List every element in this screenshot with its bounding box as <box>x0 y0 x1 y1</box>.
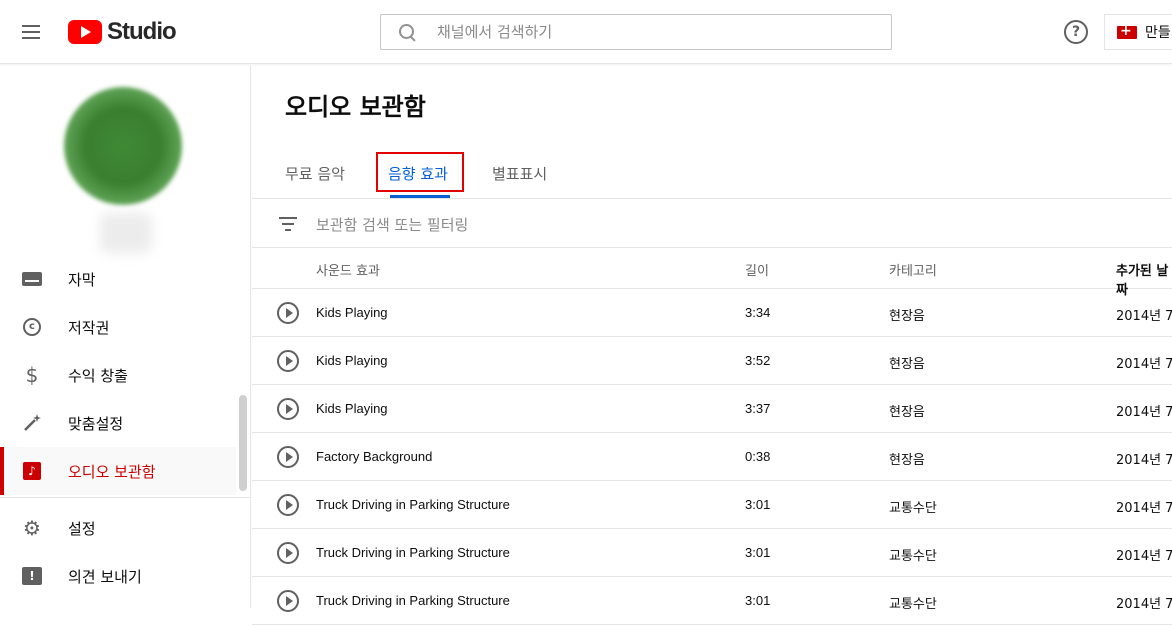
sidebar-item-audio-library[interactable]: ♪ 오디오 보관함 <box>0 447 236 495</box>
subtitles-icon <box>22 269 42 289</box>
play-circle-icon[interactable] <box>277 590 299 612</box>
track-duration: 3:37 <box>745 401 771 416</box>
sidebar-item-label: 의견 보내기 <box>68 567 142 586</box>
table-row[interactable]: Truck Driving in Parking Structure 3:01 … <box>252 529 1172 577</box>
column-header-category[interactable]: 카테고리 <box>889 260 937 279</box>
help-icon[interactable]: ? <box>1064 20 1088 44</box>
play-circle-icon[interactable] <box>277 302 299 324</box>
copyright-icon: c <box>22 317 42 337</box>
table-row[interactable]: Kids Playing 3:34 현장음 2014년 7월 <box>252 289 1172 337</box>
track-duration: 3:34 <box>745 305 771 320</box>
track-duration: 3:01 <box>745 593 771 608</box>
sidebar-item-customization[interactable]: 맞춤설정 <box>0 399 236 447</box>
play-circle-icon[interactable] <box>277 398 299 420</box>
logo-text: Studio <box>107 18 177 45</box>
sidebar-item-settings[interactable]: ⚙ 설정 <box>0 504 236 552</box>
play-circle-icon[interactable] <box>277 446 299 468</box>
sidebar: 자막 c 저작권 $ 수익 창출 맞춤설정 ♪ 오디오 보관함 ⚙ 설정 ! 의 <box>0 65 251 608</box>
tab-bar: 무료 음악 음향 효과 별표표시 <box>252 145 1172 199</box>
filter-input[interactable]: 보관함 검색 또는 필터링 <box>316 214 468 235</box>
track-category: 현장음 <box>889 357 925 372</box>
track-category: 현장음 <box>889 405 925 420</box>
track-duration: 3:52 <box>745 353 771 368</box>
track-name: Truck Driving in Parking Structure <box>316 593 510 608</box>
track-date-added: 2014년 7월 <box>1116 453 1172 468</box>
tab-starred[interactable]: 별표표시 <box>492 163 547 184</box>
filter-bar[interactable]: 보관함 검색 또는 필터링 <box>252 200 1172 248</box>
track-category: 교통수단 <box>889 597 937 612</box>
play-circle-icon[interactable] <box>277 542 299 564</box>
channel-search-box[interactable] <box>380 14 892 50</box>
gear-icon: ⚙ <box>23 516 41 540</box>
track-name: Kids Playing <box>316 305 388 320</box>
sidebar-item-label: 저작권 <box>68 318 110 337</box>
sidebar-item-label: 오디오 보관함 <box>68 462 156 481</box>
track-name: Truck Driving in Parking Structure <box>316 545 510 560</box>
table-row[interactable]: Truck Driving in Parking Structure 3:01 … <box>252 577 1172 625</box>
track-category: 교통수단 <box>889 501 937 516</box>
track-date-added: 2014년 7월 <box>1116 309 1172 324</box>
filter-icon[interactable] <box>279 217 297 231</box>
page-title: 오디오 보관함 <box>285 93 426 121</box>
track-date-added: 2014년 7월 <box>1116 597 1172 612</box>
sidebar-item-monetization[interactable]: $ 수익 창출 <box>0 351 236 399</box>
table-row[interactable]: Factory Background 0:38 현장음 2014년 7월 <box>252 433 1172 481</box>
hamburger-menu-icon[interactable] <box>20 20 44 44</box>
table-row[interactable]: Kids Playing 3:52 현장음 2014년 7월 <box>252 337 1172 385</box>
track-category: 현장음 <box>889 309 925 324</box>
dollar-icon: $ <box>25 363 39 387</box>
track-duration: 0:38 <box>745 449 771 464</box>
table-row[interactable]: Kids Playing 3:37 현장음 2014년 7월 <box>252 385 1172 433</box>
active-tab-indicator <box>390 195 450 198</box>
table-header: 사운드 효과 길이 카테고리 추가된 날짜 <box>252 248 1172 298</box>
track-name: Factory Background <box>316 449 433 464</box>
track-category: 교통수단 <box>889 549 937 564</box>
tab-free-music[interactable]: 무료 음악 <box>285 163 345 184</box>
create-button[interactable]: 만들 <box>1104 14 1172 50</box>
track-duration: 3:01 <box>745 497 771 512</box>
sidebar-item-send-feedback[interactable]: ! 의견 보내기 <box>0 552 236 600</box>
sidebar-bottom-nav: ⚙ 설정 ! 의견 보내기 <box>0 504 236 600</box>
sidebar-nav: 자막 c 저작권 $ 수익 창출 맞춤설정 ♪ 오디오 보관함 <box>0 255 236 495</box>
sidebar-item-subtitles[interactable]: 자막 <box>0 255 236 303</box>
main-content: 오디오 보관함 무료 음악 음향 효과 별표표시 보관함 검색 또는 필터링 사… <box>252 65 1172 625</box>
sidebar-divider <box>0 497 251 498</box>
search-input[interactable] <box>437 23 877 41</box>
search-icon <box>397 22 417 42</box>
tab-sound-effects[interactable]: 음향 효과 <box>388 163 448 184</box>
youtube-studio-logo[interactable]: Studio <box>68 18 177 45</box>
audio-library-icon: ♪ <box>22 461 42 481</box>
play-circle-icon[interactable] <box>277 350 299 372</box>
channel-name-blurred <box>100 213 152 253</box>
track-duration: 3:01 <box>745 545 771 560</box>
top-app-bar: Studio ? 만들 <box>0 0 1172 64</box>
sidebar-item-label: 자막 <box>68 270 96 289</box>
track-name: Kids Playing <box>316 353 388 368</box>
track-date-added: 2014년 7월 <box>1116 501 1172 516</box>
track-date-added: 2014년 7월 <box>1116 357 1172 372</box>
track-name: Truck Driving in Parking Structure <box>316 497 510 512</box>
sidebar-item-label: 수익 창출 <box>68 366 128 385</box>
youtube-play-logo-icon <box>68 20 102 44</box>
column-header-duration[interactable]: 길이 <box>745 260 769 279</box>
track-category: 현장음 <box>889 453 925 468</box>
sidebar-item-label: 설정 <box>68 519 96 538</box>
feedback-icon: ! <box>22 566 42 586</box>
play-circle-icon[interactable] <box>277 494 299 516</box>
video-camera-add-icon <box>1117 23 1137 39</box>
track-name: Kids Playing <box>316 401 388 416</box>
sidebar-scrollbar[interactable] <box>239 395 247 491</box>
sidebar-item-label: 맞춤설정 <box>68 414 124 433</box>
column-header-sound-effect[interactable]: 사운드 효과 <box>316 260 380 279</box>
magic-wand-icon <box>22 413 42 433</box>
sound-effects-table: Kids Playing 3:34 현장음 2014년 7월 Kids Play… <box>252 289 1172 625</box>
track-date-added: 2014년 7월 <box>1116 549 1172 564</box>
track-date-added: 2014년 7월 <box>1116 405 1172 420</box>
sidebar-item-copyright[interactable]: c 저작권 <box>0 303 236 351</box>
create-button-label: 만들 <box>1145 25 1171 41</box>
table-row[interactable]: Truck Driving in Parking Structure 3:01 … <box>252 481 1172 529</box>
channel-avatar[interactable] <box>64 87 182 205</box>
